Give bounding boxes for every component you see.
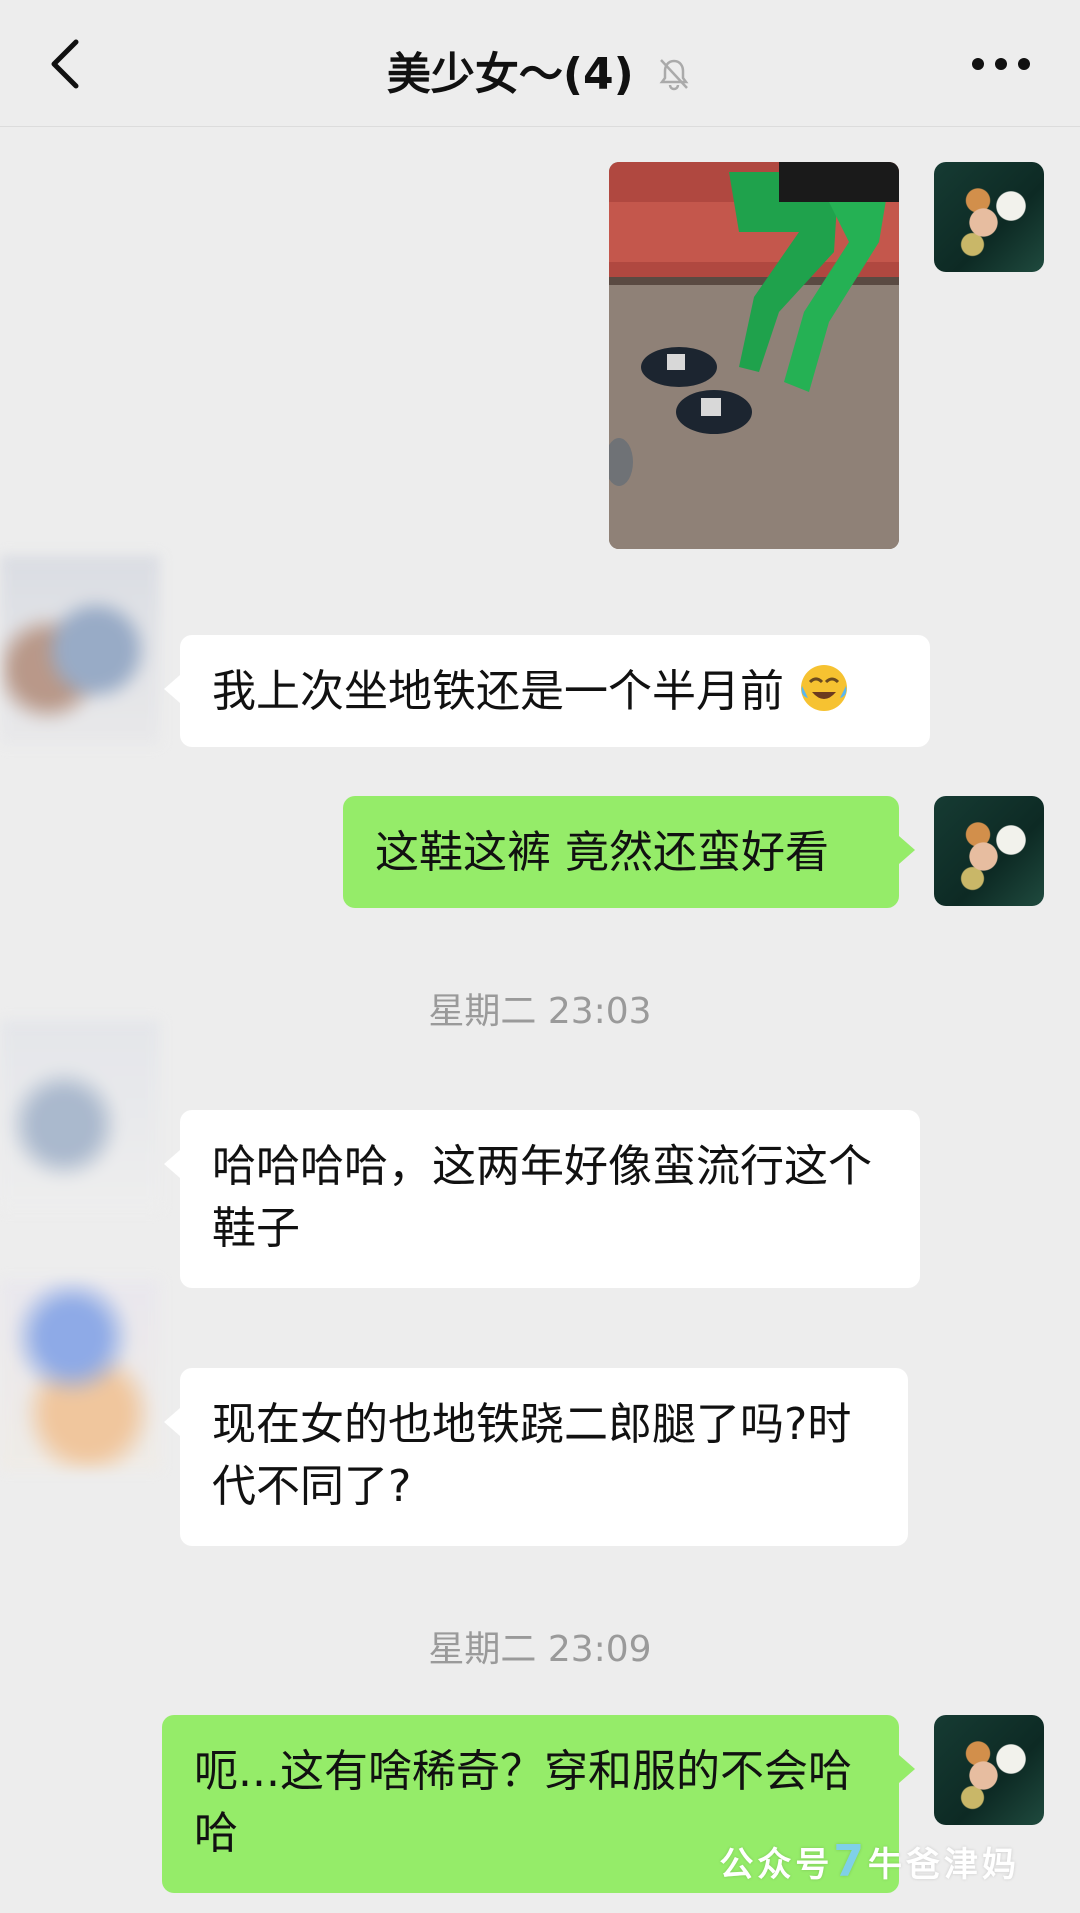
chat-image-message[interactable] [609,162,899,549]
watermark-prefix: 公众号 [719,1845,834,1885]
message-text: 现在女的也地铁跷二郎腿了吗?时代不同了? [212,1399,852,1512]
watermark: 公众号7牛爸津妈 [719,1836,1020,1887]
muted-bell-icon [659,59,689,91]
watermark-suffix: 牛爸津妈 [868,1845,1020,1885]
message-bubble[interactable]: 现在女的也地铁跷二郎腿了吗?时代不同了? [164,1368,908,1546]
my-avatar[interactable] [934,796,1044,906]
chat-title-row[interactable]: 美少女～(4) [0,38,1080,102]
timestamp: 星期二 23:03 [428,991,652,1032]
message-bubble[interactable]: 哈哈哈哈，这两年好像蛮流行这个鞋子 [164,1110,920,1288]
chat-header: 美少女～(4) [0,0,1080,127]
more-options-icon[interactable] [966,44,1036,84]
my-avatar[interactable] [934,162,1044,272]
message-bubble[interactable]: 这鞋这裤 竟然还蛮好看 [343,796,915,908]
message-text: 我上次坐地铁还是一个半月前 [212,666,784,717]
watermark-seven: 7 [833,1836,868,1887]
subway-photo-illustration [609,162,899,549]
laughing-crying-emoji-icon [801,665,847,711]
message-text: 哈哈哈哈，这两年好像蛮流行这个鞋子 [212,1141,872,1254]
member-avatar[interactable] [0,1020,160,1210]
member-avatar[interactable] [0,1280,160,1470]
message-text: 这鞋这裤 竟然还蛮好看 [375,827,829,878]
my-avatar[interactable] [934,1715,1044,1825]
member-avatar[interactable] [0,555,160,745]
chat-title: 美少女～(4) [386,49,634,100]
timestamp: 星期二 23:09 [428,1629,652,1670]
message-bubble[interactable]: 我上次坐地铁还是一个半月前 [164,635,930,747]
